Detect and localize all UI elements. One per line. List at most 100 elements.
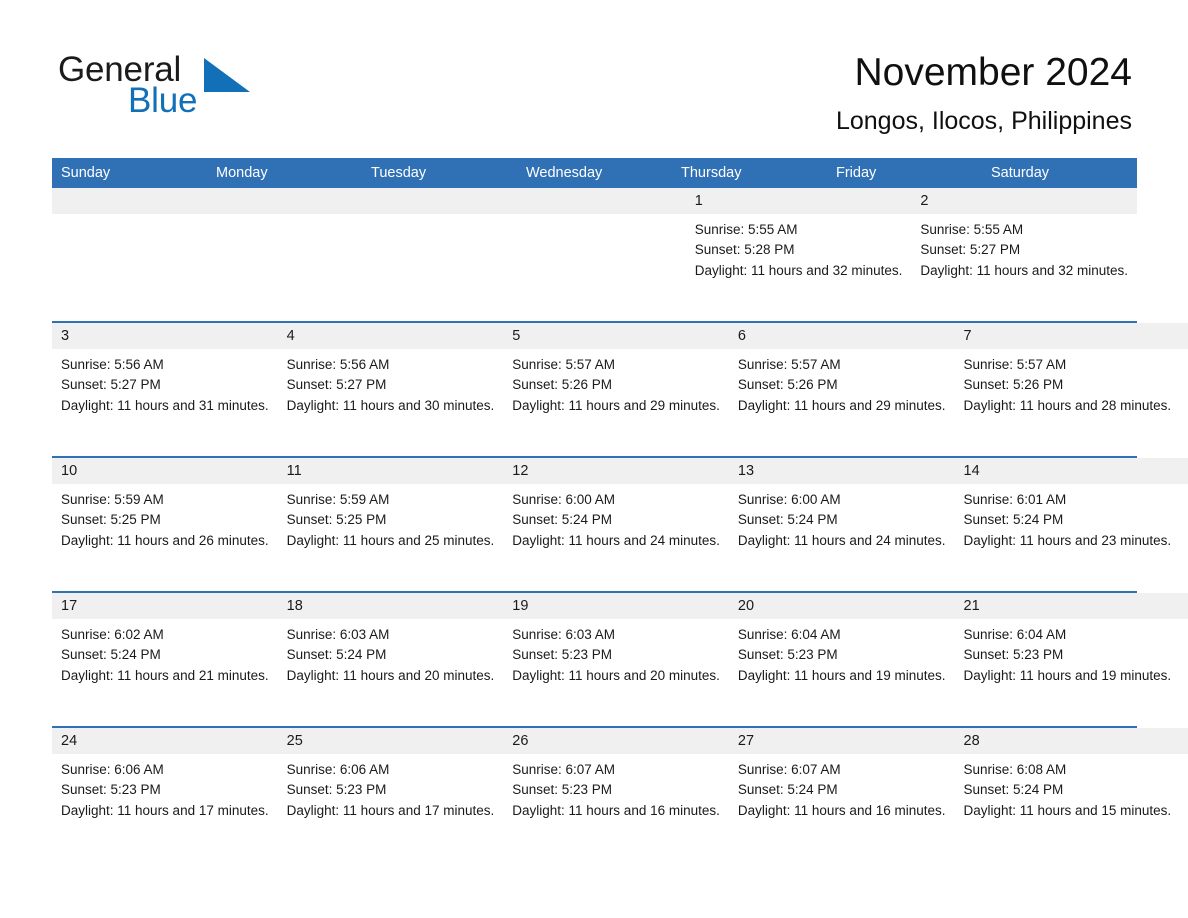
day-info: Sunrise: 6:00 AM Sunset: 5:24 PM Daylight:…: [503, 484, 729, 551]
daylight-text: Daylight: 11 hours and 23 minutes.: [963, 532, 1172, 548]
daylight-text: Daylight: 11 hours and 21 minutes.: [61, 667, 269, 683]
daylight-text: Daylight: 11 hours and 17 minutes.: [286, 802, 495, 818]
weekday-header-wednesday: Wednesday: [526, 165, 603, 181]
day-cell[interactable]: 10 Sunrise: 5:59 AM Sunset: 5:25 PM Dayligh…: [52, 458, 278, 591]
day-cell-empty: [559, 188, 686, 321]
day-number: 26: [503, 728, 729, 754]
daylight-text: Daylight: 11 hours and 17 minutes.: [61, 802, 269, 818]
sunrise-text: Sunrise: 5:59 AM: [61, 492, 164, 507]
daylight-text: Daylight: 11 hours and 20 minutes.: [286, 667, 495, 683]
day-info: Sunrise: 6:00 AM Sunset: 5:24 PM Daylight:…: [729, 484, 955, 551]
weekday-header-friday: Friday: [836, 165, 877, 181]
calendar-week-row: 10 Sunrise: 5:59 AM Sunset: 5:25 PM Dayligh…: [52, 458, 1188, 593]
day-cell[interactable]: 26 Sunrise: 6:07 AM Sunset: 5:23 PM Dayligh…: [503, 728, 729, 861]
weekday-header-monday: Monday: [216, 165, 268, 181]
day-number: 15: [1180, 458, 1188, 484]
triangle-logo-icon: [204, 58, 250, 92]
day-cell[interactable]: 1 Sunrise: 5:55 AM Sunset: 5:28 PM Daylight…: [685, 188, 912, 321]
brand-logo[interactable]: General Blue: [58, 52, 318, 118]
day-cell-empty: [305, 188, 433, 321]
sunrise-text: Sunrise: 6:00 AM: [737, 492, 841, 507]
daylight-text: Daylight: 11 hours and 16 minutes.: [737, 802, 946, 818]
day-cell[interactable]: 11 Sunrise: 5:59 AM Sunset: 5:25 PM Dayligh…: [277, 458, 504, 591]
day-number: 17: [52, 593, 278, 619]
sunrise-text: Sunrise: 6:03 AM: [512, 627, 616, 642]
day-number: 1: [685, 188, 912, 214]
daylight-text: Daylight: 11 hours and 24 minutes.: [737, 532, 946, 548]
weekday-header-tuesday: Tuesday: [371, 165, 427, 181]
calendar-week-row: 3 Sunrise: 5:56 AM Sunset: 5:27 PM Daylight…: [52, 323, 1188, 458]
daylight-text: Daylight: 11 hours and 20 minutes.: [512, 667, 720, 683]
sunset-text: Sunset: 5:23 PM: [512, 647, 613, 663]
sunrise-text: Sunrise: 6:02 AM: [61, 627, 164, 642]
sunset-text: Sunset: 5:23 PM: [61, 782, 161, 798]
sunrise-text: Sunrise: 6:01 AM: [963, 492, 1067, 507]
day-cell[interactable]: 21 Sunrise: 6:04 AM Sunset: 5:23 PM Dayligh…: [954, 593, 1181, 726]
day-info: Sunrise: 6:08 AM Sunset: 5:24 PM Daylight:…: [955, 754, 1181, 821]
day-info: Sunrise: 6:05 AMSunset: 5:23 PMDaylight:…: [1180, 619, 1188, 686]
calendar-weeks: 1 Sunrise: 5:55 AM Sunset: 5:28 PM Daylight…: [52, 188, 1188, 861]
day-cell[interactable]: 29Sunrise: 6:09 AMSunset: 5:24 PMDayligh…: [1180, 728, 1188, 861]
sunset-text: Sunset: 5:28 PM: [694, 242, 795, 258]
day-info: Sunrise: 5:55 AM Sunset: 5:28 PM Daylight:…: [686, 214, 912, 281]
day-cell[interactable]: 7 Sunrise: 5:57 AM Sunset: 5:26 PM Daylight…: [954, 323, 1181, 456]
day-number: 29: [1180, 728, 1188, 754]
calendar-page: General Blue November 2024 Longos, Iloco…: [0, 0, 1188, 918]
sunrise-text: Sunrise: 6:04 AM: [963, 627, 1067, 642]
day-cell[interactable]: 25 Sunrise: 6:06 AM Sunset: 5:23 PM Dayligh…: [277, 728, 504, 861]
day-cell[interactable]: 5 Sunrise: 5:57 AM Sunset: 5:26 PM Daylight…: [503, 323, 729, 456]
day-cell[interactable]: 24 Sunrise: 6:06 AM Sunset: 5:23 PM Dayligh…: [52, 728, 278, 861]
day-cell[interactable]: 2 Sunrise: 5:55 AM Sunset: 5:27 PM Daylight…: [911, 188, 1137, 321]
day-info: Sunrise: 6:06 AM Sunset: 5:23 PM Daylight:…: [52, 754, 278, 821]
day-cell[interactable]: 8Sunrise: 5:58 AMSunset: 5:25 PMDaylight…: [1180, 323, 1188, 456]
day-info: Sunrise: 6:07 AM Sunset: 5:24 PM Daylight:…: [729, 754, 955, 821]
day-cell[interactable]: 28 Sunrise: 6:08 AM Sunset: 5:24 PM Dayligh…: [954, 728, 1181, 861]
sunrise-text: Sunrise: 5:56 AM: [61, 357, 164, 372]
calendar-grid: Sunday Monday Tuesday Wednesday Thursday Frid…: [52, 158, 1188, 861]
day-info: Sunrise: 6:01 AMSunset: 5:24 PMDaylight:…: [1180, 484, 1188, 551]
day-number: 24: [52, 728, 278, 754]
sunset-text: Sunset: 5:24 PM: [737, 782, 838, 798]
day-number: 2: [911, 188, 1137, 214]
daylight-text: Daylight: 11 hours and 16 minutes.: [512, 802, 720, 818]
day-cell-empty: [432, 188, 559, 321]
day-cell[interactable]: 19 Sunrise: 6:03 AM Sunset: 5:23 PM Dayligh…: [503, 593, 729, 726]
day-number: 21: [954, 593, 1181, 619]
calendar-week-row: 17 Sunrise: 6:02 AM Sunset: 5:24 PM Dayligh…: [52, 593, 1188, 728]
sunset-text: Sunset: 5:26 PM: [512, 377, 613, 393]
day-cell[interactable]: 20 Sunrise: 6:04 AM Sunset: 5:23 PM Dayligh…: [728, 593, 955, 726]
day-cell[interactable]: 14 Sunrise: 6:01 AM Sunset: 5:24 PM Dayligh…: [954, 458, 1181, 591]
day-cell-empty: [52, 188, 179, 321]
sunrise-text: Sunrise: 6:04 AM: [737, 627, 841, 642]
day-number: 14: [954, 458, 1181, 484]
day-cell[interactable]: 15Sunrise: 6:01 AMSunset: 5:24 PMDayligh…: [1180, 458, 1188, 591]
daylight-text: Daylight: 11 hours and 28 minutes.: [963, 397, 1172, 413]
day-cell[interactable]: 6 Sunrise: 5:57 AM Sunset: 5:26 PM Daylight…: [728, 323, 955, 456]
day-cell[interactable]: 3 Sunrise: 5:56 AM Sunset: 5:27 PM Daylight…: [52, 323, 278, 456]
sunset-text: Sunset: 5:24 PM: [286, 647, 387, 663]
day-cell[interactable]: 27 Sunrise: 6:07 AM Sunset: 5:24 PM Dayligh…: [728, 728, 955, 861]
daylight-text: Daylight: 11 hours and 15 minutes.: [963, 802, 1172, 818]
sunset-text: Sunset: 5:23 PM: [286, 782, 387, 798]
weekday-header-sunday: Sunday: [61, 165, 111, 181]
day-cell[interactable]: 22Sunrise: 6:05 AMSunset: 5:23 PMDayligh…: [1180, 593, 1188, 726]
sunset-text: Sunset: 5:24 PM: [737, 512, 838, 528]
day-cell[interactable]: 4 Sunrise: 5:56 AM Sunset: 5:27 PM Daylight…: [277, 323, 504, 456]
page-title: November 2024: [854, 51, 1133, 94]
day-number: 22: [1180, 593, 1188, 619]
day-number: [178, 188, 306, 214]
sunset-text: Sunset: 5:24 PM: [963, 512, 1064, 528]
sunset-text: Sunset: 5:24 PM: [963, 782, 1064, 798]
day-cell[interactable]: 18 Sunrise: 6:03 AM Sunset: 5:24 PM Dayligh…: [277, 593, 504, 726]
daylight-text: Daylight: 11 hours and 19 minutes.: [963, 667, 1172, 683]
daylight-text: Daylight: 11 hours and 32 minutes.: [920, 262, 1128, 278]
day-cell[interactable]: 17 Sunrise: 6:02 AM Sunset: 5:24 PM Dayligh…: [52, 593, 278, 726]
day-cell[interactable]: 12 Sunrise: 6:00 AM Sunset: 5:24 PM Dayligh…: [503, 458, 729, 591]
day-number: [559, 188, 686, 214]
day-info: Sunrise: 5:56 AM Sunset: 5:27 PM Daylight:…: [278, 349, 504, 416]
day-number: 27: [728, 728, 955, 754]
day-cell[interactable]: 13 Sunrise: 6:00 AM Sunset: 5:24 PM Dayligh…: [728, 458, 955, 591]
day-number: 8: [1180, 323, 1188, 349]
daylight-text: Daylight: 11 hours and 25 minutes.: [286, 532, 495, 548]
sunset-text: Sunset: 5:26 PM: [963, 377, 1064, 393]
